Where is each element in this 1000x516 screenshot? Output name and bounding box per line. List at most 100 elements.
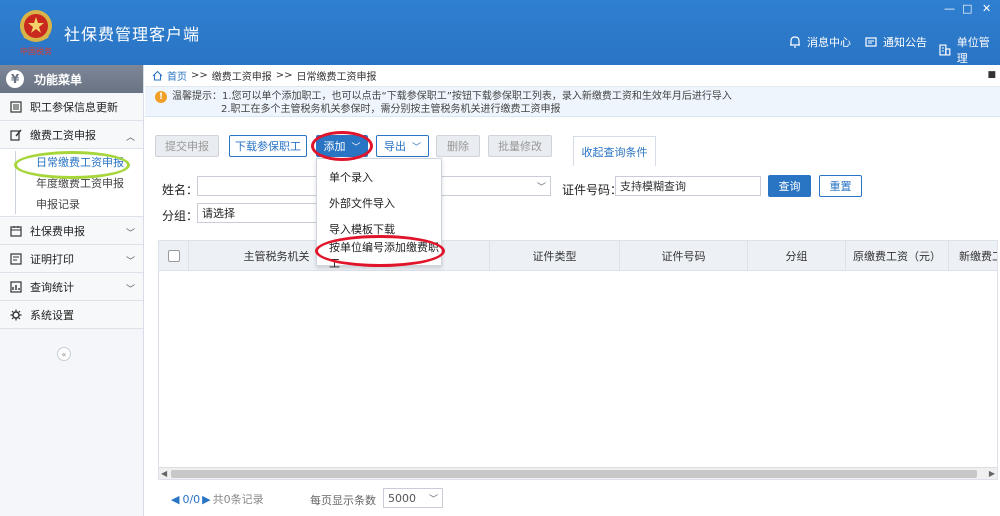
chevron-down-icon: ﹀ xyxy=(125,257,135,267)
notice-link[interactable]: 通知公告 xyxy=(864,34,927,50)
sidebar-item-system-settings[interactable]: 系统设置 xyxy=(0,301,143,329)
chart-icon xyxy=(10,280,22,293)
prev-page-icon[interactable]: ◀ xyxy=(171,493,179,506)
id-number-input[interactable]: 支持模糊查询 xyxy=(615,176,761,196)
sidebar-collapse-button[interactable]: « xyxy=(57,347,71,361)
gear-icon xyxy=(10,309,22,320)
tip-banner: ! 温馨提示：1.您可以单个添加职工，也可以点击“下载参保职工”按钮下载参保职工… xyxy=(145,87,1000,117)
yen-icon: ¥ xyxy=(6,70,24,88)
scrollbar-thumb[interactable] xyxy=(171,470,977,478)
page-indicator: 0/0 xyxy=(182,492,201,506)
chevron-down-icon: ﹀ xyxy=(411,142,421,153)
sidebar-item-label: 系统设置 xyxy=(30,308,74,322)
menu-item-single-entry[interactable]: 单个录入 xyxy=(317,165,441,189)
red-highlight-oval-menu-item xyxy=(315,235,445,267)
name-label: 姓名： xyxy=(162,183,199,197)
breadcrumb: 首页 >> 缴费工资申报 >> 日常缴费工资申报 ■ xyxy=(145,65,1000,87)
red-highlight-oval-add xyxy=(311,131,373,161)
main-panel: 首页 >> 缴费工资申报 >> 日常缴费工资申报 ■ ! 温馨提示：1.您可以单… xyxy=(145,65,1000,516)
tip-line1: 温馨提示：1.您可以单个添加职工，也可以点击“下载参保职工”按钮下载参保职工列表… xyxy=(172,91,732,102)
list-icon xyxy=(10,100,22,113)
col-id-number[interactable]: 证件号码 xyxy=(620,241,748,271)
pagesize-value: 5000 xyxy=(388,491,416,505)
table-header: 主管税务机关 姓名 证件类型 证件号码 分组 原缴费工资（元） 新缴费工 xyxy=(159,241,997,271)
export-button[interactable]: 导出 ﹀ xyxy=(376,135,429,157)
pagesize-label: 每页显示条数 xyxy=(310,494,376,507)
sidebar: ¥ 功能菜单 职工参保信息更新 缴费工资申报 ︿ 日常缴费工资申报 年度缴费工资… xyxy=(0,65,144,516)
reset-button[interactable]: 重置 xyxy=(819,175,862,197)
unit-management-label: 单位管理 xyxy=(956,36,990,65)
sidebar-item-certificate-print[interactable]: 证明打印 ﹀ xyxy=(0,245,143,273)
select-all-checkbox[interactable] xyxy=(167,250,180,262)
close-button[interactable]: ✕ xyxy=(982,2,991,15)
group-select[interactable]: 请选择 xyxy=(197,203,317,223)
group-label: 分组： xyxy=(162,209,199,223)
col-original-wage[interactable]: 原缴费工资（元） xyxy=(846,241,949,271)
tab-collapse-query[interactable]: 收起查询条件 xyxy=(573,136,656,166)
col-group[interactable]: 分组 xyxy=(748,241,846,271)
message-center-link[interactable]: 消息中心 xyxy=(788,34,851,50)
chevron-up-icon: ︿ xyxy=(125,133,135,143)
maximize-button[interactable]: □ xyxy=(962,2,972,15)
print-icon xyxy=(10,252,22,265)
batch-edit-button[interactable]: 批量修改 xyxy=(488,135,552,157)
submit-declaration-button[interactable]: 提交申报 xyxy=(155,135,219,157)
close-tab-icon[interactable]: ■ xyxy=(987,70,996,80)
sidebar-item-employee-info[interactable]: 职工参保信息更新 xyxy=(0,93,143,121)
notice-label: 通知公告 xyxy=(883,36,927,49)
id-number-label: 证件号码： xyxy=(562,183,623,197)
breadcrumb-level1: 缴费工资申报 xyxy=(211,72,272,83)
chevron-down-icon: ﹀ xyxy=(125,229,135,239)
bell-icon xyxy=(790,36,800,48)
unit-management-link[interactable]: 单位管理 xyxy=(938,34,1000,66)
message-center-label: 消息中心 xyxy=(807,36,851,49)
app-title: 社保费管理客户端 xyxy=(64,25,201,44)
tax-emblem-logo: 中国税务 xyxy=(20,10,52,56)
menu-item-external-file-import[interactable]: 外部文件导入 xyxy=(317,191,441,215)
download-employees-button[interactable]: 下载参保职工 xyxy=(229,135,307,157)
scroll-left-icon[interactable]: ◀ xyxy=(161,469,167,478)
sidebar-item-label: 社保费申报 xyxy=(30,224,85,238)
export-button-label: 导出 xyxy=(383,140,406,153)
title-bar: 中国税务 社保费管理客户端 — □ ✕ 消息中心 通知公告 单位管理 xyxy=(0,0,1000,65)
sidebar-title: 功能菜单 xyxy=(34,72,83,87)
sidebar-item-social-fee[interactable]: 社保费申报 ﹀ xyxy=(0,217,143,245)
sidebar-item-query-stats[interactable]: 查询统计 ﹀ xyxy=(0,273,143,301)
breadcrumb-separator: >> xyxy=(275,70,293,81)
breadcrumb-separator: >> xyxy=(191,70,208,81)
pagesize-select[interactable]: 5000 ﹀ xyxy=(383,488,443,508)
edit-icon xyxy=(10,129,22,141)
chevron-down-icon: ﹀ xyxy=(428,495,438,505)
record-count: 共0条记录 xyxy=(212,493,264,506)
calendar-icon xyxy=(10,225,22,237)
tip-line2: 2.职工在多个主管税务机关参保时，需分别按主管税务机关进行缴费工资申报 xyxy=(221,104,561,115)
svg-text:中国税务: 中国税务 xyxy=(20,46,52,56)
breadcrumb-level2: 日常缴费工资申报 xyxy=(296,72,377,83)
notice-icon xyxy=(865,37,877,47)
delete-button[interactable]: 删除 xyxy=(436,135,480,157)
scroll-right-icon[interactable]: ▶ xyxy=(989,469,995,478)
sidebar-item-label: 证明打印 xyxy=(30,252,74,266)
breadcrumb-home[interactable]: 首页 xyxy=(167,68,187,83)
info-icon: ! xyxy=(155,91,167,103)
employee-table: 主管税务机关 姓名 证件类型 证件号码 分组 原缴费工资（元） 新缴费工 ◀ ▶ xyxy=(158,240,998,480)
sidebar-item-label: 缴费工资申报 xyxy=(30,128,96,142)
minimize-button[interactable]: — xyxy=(944,2,955,15)
sidebar-item-declaration-records[interactable]: 申报记录 xyxy=(15,193,143,214)
chevron-down-icon: ﹀ xyxy=(125,285,135,295)
sidebar-item-label: 职工参保信息更新 xyxy=(30,100,118,114)
home-icon xyxy=(152,70,163,81)
next-page-icon[interactable]: ▶ xyxy=(202,493,210,506)
horizontal-scrollbar[interactable]: ◀ ▶ xyxy=(159,467,997,479)
query-button[interactable]: 查询 xyxy=(768,175,811,197)
col-id-type[interactable]: 证件类型 xyxy=(490,241,620,271)
green-highlight-oval xyxy=(14,151,130,179)
sidebar-header: ¥ 功能菜单 xyxy=(0,65,143,93)
col-new-wage[interactable]: 新缴费工 xyxy=(949,241,997,271)
sidebar-item-wage-declaration[interactable]: 缴费工资申报 ︿ xyxy=(0,121,143,149)
chevron-down-icon: ﹀ xyxy=(536,183,546,193)
pager: ◀ 0/0 ▶ 共0条记录 xyxy=(171,491,264,507)
building-icon xyxy=(939,44,951,56)
sidebar-item-label: 查询统计 xyxy=(30,280,74,294)
select-all-cell xyxy=(159,241,189,271)
